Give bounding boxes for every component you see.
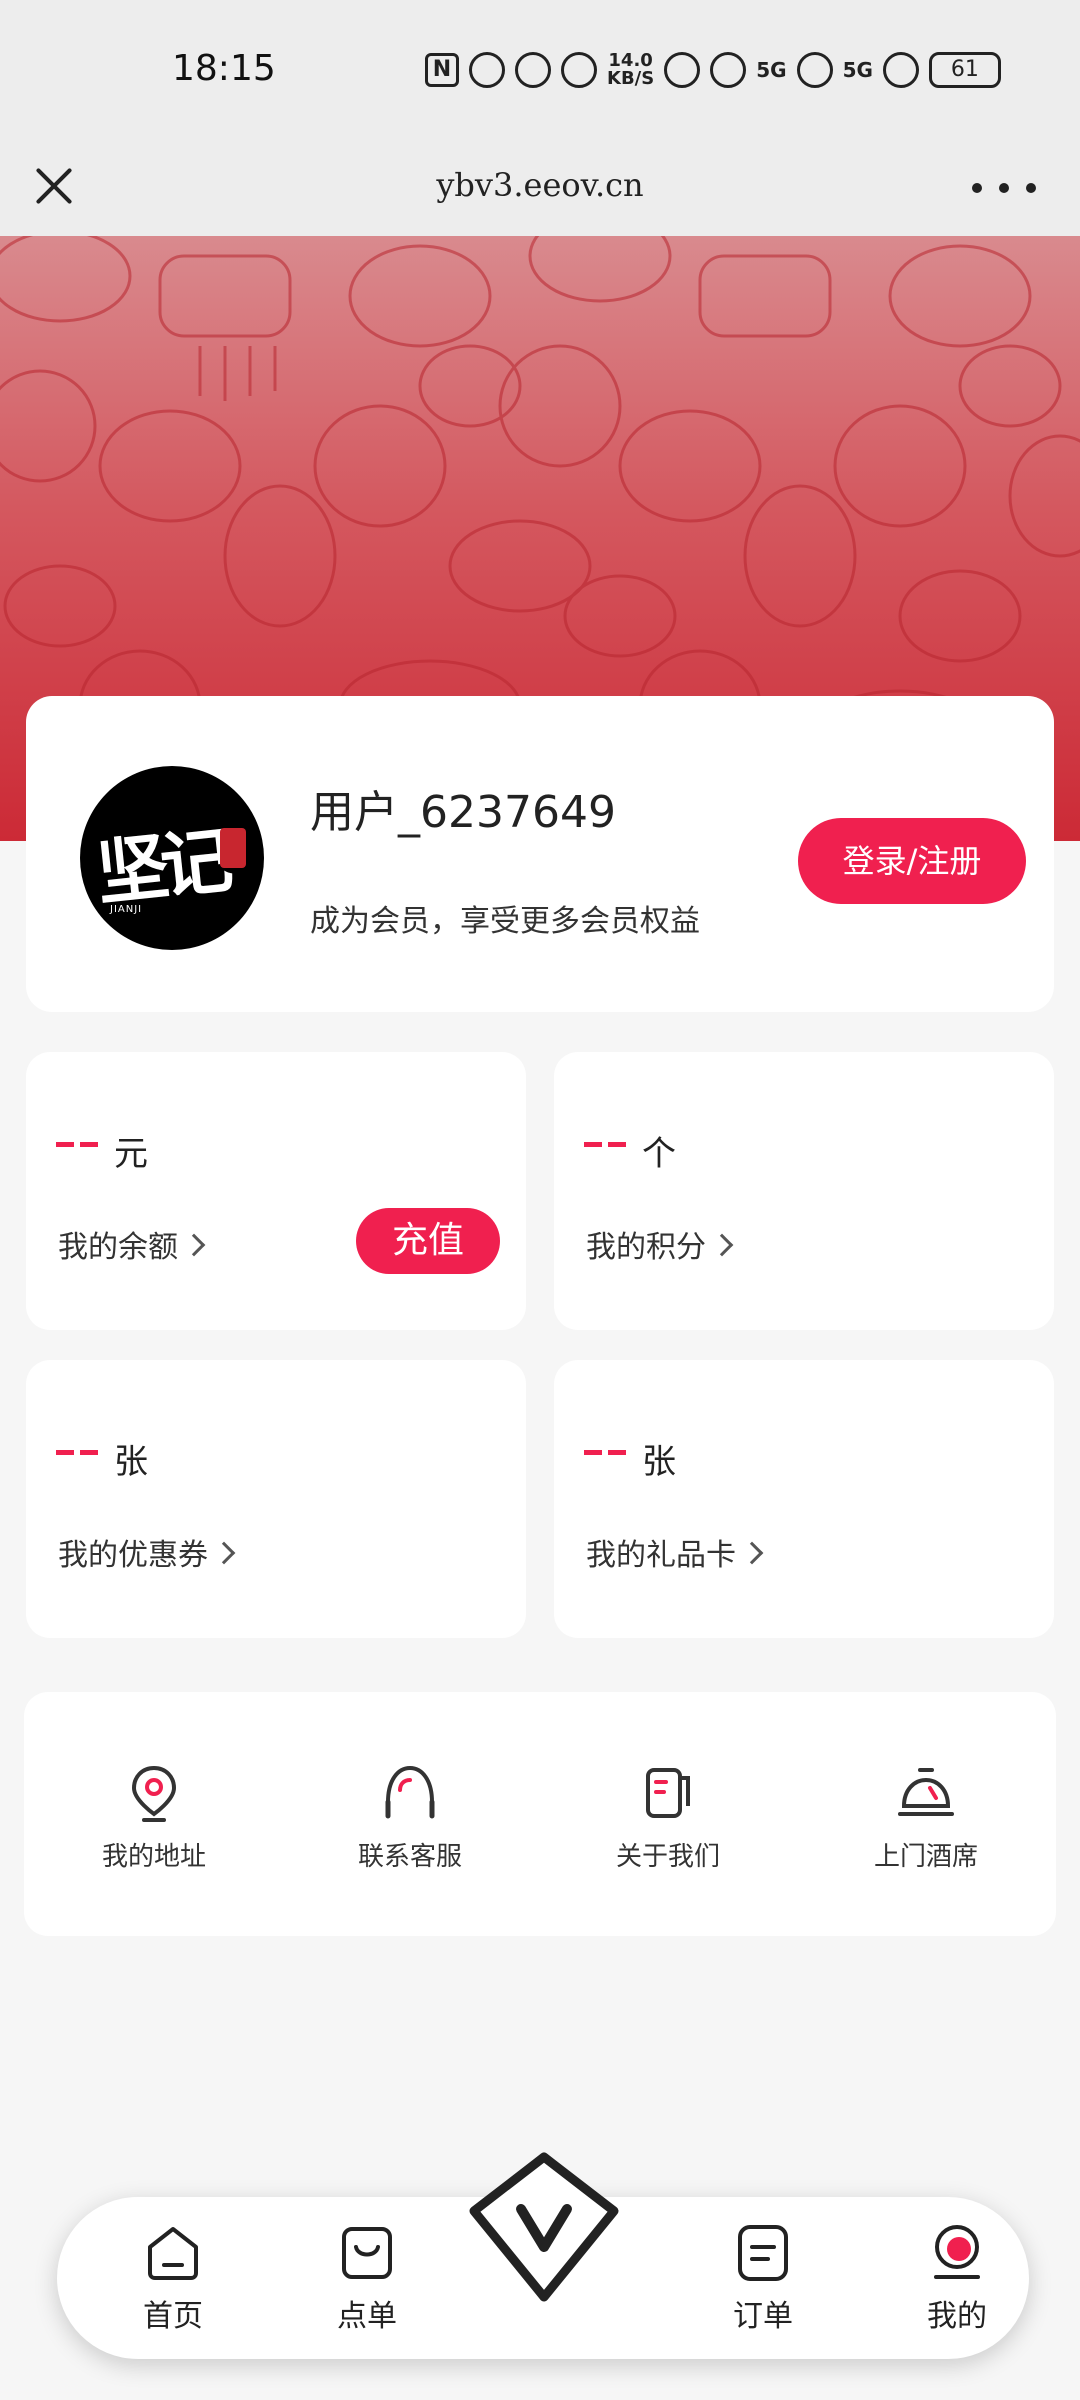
coupons-card[interactable]: 张 我的优惠券	[26, 1360, 526, 1638]
network-speed-unit: KB/S	[607, 68, 655, 89]
nav-label: 点单	[337, 2299, 397, 2334]
battery-icon: 61	[928, 52, 1001, 88]
member-hint: 成为会员，享受更多会员权益	[310, 904, 700, 939]
flower-icon	[515, 52, 551, 88]
wifi-icon	[710, 52, 747, 88]
balance-value-placeholder	[56, 1142, 98, 1148]
nfc-icon: N	[425, 53, 459, 87]
more-menu-button[interactable]	[972, 170, 1036, 206]
giftcards-label: 我的礼品卡	[586, 1538, 736, 1573]
avatar-seal-icon	[220, 828, 246, 868]
service-label: 关于我们	[615, 1842, 720, 1872]
title-bar: ybv3.eeov.cn	[0, 140, 1080, 236]
service-label: 我的地址	[101, 1842, 206, 1872]
chevron-right-icon	[212, 1541, 236, 1565]
signal-bars-icon	[882, 52, 919, 88]
points-link[interactable]: 我的积分	[586, 1222, 734, 1266]
coupons-value-placeholder	[56, 1450, 98, 1456]
brand-center-button[interactable]	[459, 2149, 629, 2319]
service-label: 联系客服	[357, 1842, 462, 1872]
points-unit: 个	[642, 1134, 676, 1174]
balance-label: 我的余额	[58, 1230, 178, 1265]
cup-icon	[646, 1768, 690, 1818]
location-pin-icon	[131, 1765, 177, 1822]
chevron-right-icon	[740, 1541, 764, 1565]
moon-icon	[561, 52, 597, 88]
coupons-link[interactable]: 我的优惠券	[58, 1530, 236, 1574]
headset-icon	[385, 1765, 435, 1819]
coupons-unit: 张	[114, 1442, 148, 1482]
service-bell-icon	[898, 1768, 954, 1816]
order-list-icon	[738, 2225, 788, 2281]
nav-label: 首页	[143, 2299, 203, 2334]
nav-orders[interactable]: 订单	[693, 2221, 833, 2341]
nav-label: 订单	[733, 2299, 793, 2334]
home-icon	[148, 2227, 198, 2280]
balance-link[interactable]: 我的余额	[58, 1222, 206, 1266]
profile-icon	[934, 2225, 980, 2279]
avatar[interactable]: 坚记 JIANJI	[80, 766, 264, 950]
services-panel: 我的地址 联系客服 关于我们 上门酒席	[24, 1692, 1056, 1936]
login-register-button[interactable]: 登录/注册	[798, 818, 1026, 904]
dot-icon	[1026, 183, 1036, 193]
avatar-brand-logo: 坚记	[92, 817, 229, 916]
dot-icon	[972, 183, 982, 193]
profile-card: 坚记 JIANJI 用户_6237649 成为会员，享受更多会员权益 登录/注册	[26, 696, 1054, 1012]
network-speed: 14.0 KB/S	[607, 52, 654, 88]
pet-icon	[469, 52, 505, 88]
coupons-label: 我的优惠券	[58, 1538, 208, 1573]
username: 用户_6237649	[310, 787, 616, 838]
brand-v-logo-icon	[469, 2152, 619, 2302]
service-label: 上门酒席	[873, 1842, 978, 1872]
avatar-brand-sub: JIANJI	[110, 904, 143, 915]
nav-order-menu[interactable]: 点单	[297, 2221, 437, 2341]
service-about-us[interactable]: 关于我们	[558, 1762, 778, 1882]
signal-5g-2: 5G	[842, 58, 873, 82]
balance-card[interactable]: 元 我的余额 充值	[26, 1052, 526, 1330]
status-icons: N 14.0 KB/S 5G 5G 61	[425, 46, 1001, 94]
nav-home[interactable]: 首页	[103, 2221, 243, 2341]
service-home-banquet[interactable]: 上门酒席	[816, 1762, 1036, 1882]
page-url: ybv3.eeov.cn	[436, 166, 644, 204]
hd-icon	[664, 52, 701, 88]
balance-unit: 元	[114, 1134, 148, 1174]
giftcards-unit: 张	[642, 1442, 676, 1482]
nav-label: 我的	[927, 2299, 987, 2334]
status-bar: 18:15 N 14.0 KB/S 5G 5G 61	[0, 0, 1080, 140]
shopping-bag-icon	[342, 2227, 392, 2279]
recharge-button[interactable]: 充值	[356, 1208, 500, 1274]
signal-bars-icon	[796, 52, 833, 88]
status-time: 18:15	[172, 48, 276, 89]
giftcards-link[interactable]: 我的礼品卡	[586, 1530, 764, 1574]
chevron-right-icon	[710, 1233, 734, 1257]
chevron-right-icon	[182, 1233, 206, 1257]
points-value-placeholder	[584, 1142, 626, 1148]
dot-icon	[999, 183, 1009, 193]
service-contact-support[interactable]: 联系客服	[300, 1762, 520, 1882]
giftcards-card[interactable]: 张 我的礼品卡	[554, 1360, 1054, 1638]
giftcards-value-placeholder	[584, 1450, 626, 1456]
nav-profile[interactable]: 我的	[887, 2221, 1027, 2341]
bottom-navigation: 首页 点单 订单 我的	[57, 2152, 1029, 2359]
points-label: 我的积分	[586, 1230, 706, 1265]
signal-5g-1: 5G	[756, 58, 787, 82]
service-my-address[interactable]: 我的地址	[44, 1762, 264, 1882]
points-card[interactable]: 个 我的积分	[554, 1052, 1054, 1330]
